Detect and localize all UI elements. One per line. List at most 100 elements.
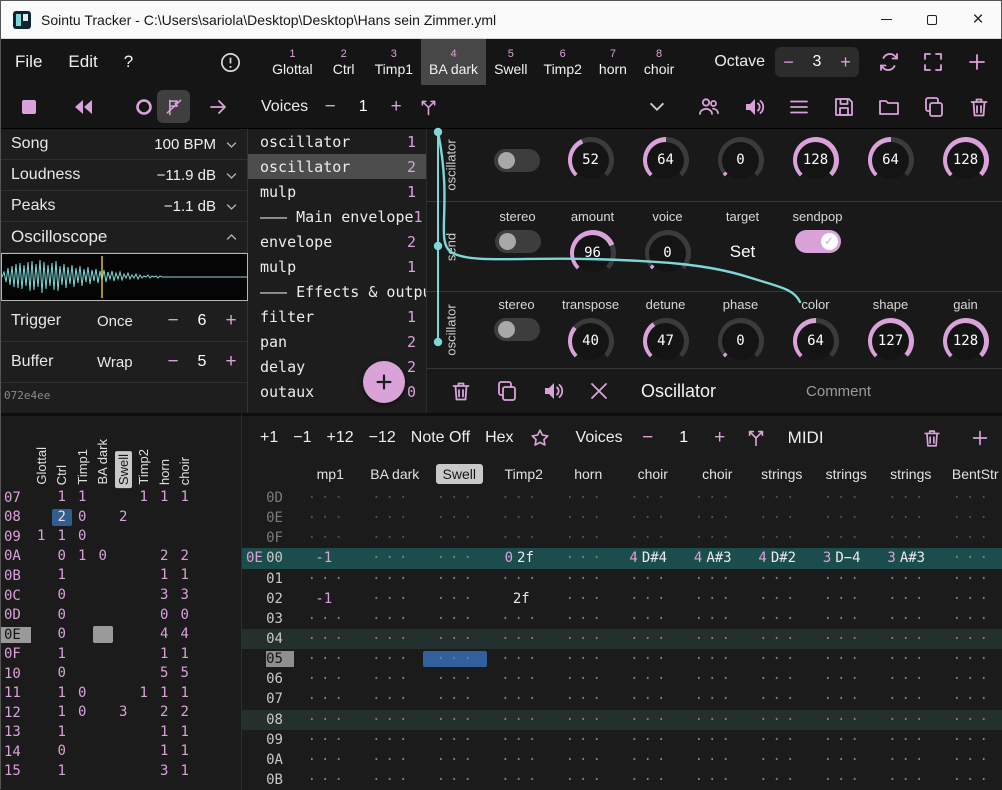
voices-people-icon[interactable] [697, 95, 721, 119]
note-cell[interactable]: ··· [294, 712, 359, 728]
param-knob[interactable]: 128 [943, 318, 989, 364]
note-cell[interactable]: ··· [487, 671, 552, 687]
editor-track-header[interactable]: Swell [427, 466, 492, 482]
editor-track-header[interactable]: choir [621, 466, 686, 482]
track-tab[interactable]: 1 Glottal [264, 39, 320, 85]
buffer-mode[interactable]: Wrap [97, 354, 159, 371]
note-cell[interactable]: ··· [874, 571, 939, 587]
order-cell[interactable] [113, 743, 134, 760]
order-cell[interactable] [93, 528, 114, 545]
order-cell[interactable]: 1 [175, 646, 196, 663]
note-cell[interactable]: ··· [552, 490, 617, 506]
order-cell[interactable]: 2 [154, 548, 175, 565]
order-cell[interactable] [93, 509, 114, 526]
unit-knob[interactable]: 64 [643, 137, 689, 183]
transpose-button[interactable]: Hex [485, 429, 513, 447]
voices-minus-button[interactable]: − [320, 96, 340, 118]
send-target-button[interactable]: Set [730, 242, 756, 262]
order-cell[interactable]: 1 [134, 489, 155, 506]
note-cell[interactable]: ··· [616, 752, 681, 768]
note-cell[interactable]: ··· [294, 571, 359, 587]
track-tab[interactable]: 6 Timp2 [536, 39, 590, 85]
note-cell[interactable]: ··· [552, 752, 617, 768]
note-cell[interactable]: ··· [616, 732, 681, 748]
order-cell[interactable]: 3 [154, 587, 175, 604]
note-cell[interactable]: ··· [487, 510, 552, 526]
note-cell[interactable]: ··· [487, 530, 552, 546]
note-cell[interactable]: ··· [423, 712, 488, 728]
note-cell[interactable]: ··· [745, 530, 810, 546]
note-cell[interactable]: ··· [487, 732, 552, 748]
menu-help[interactable]: ? [124, 52, 133, 72]
note-cell[interactable]: ··· [874, 671, 939, 687]
order-column-header[interactable]: Ctrl [52, 462, 73, 488]
order-cell[interactable] [113, 548, 134, 565]
order-cell[interactable]: 1 [72, 489, 93, 506]
order-cell[interactable] [31, 548, 52, 565]
order-cell[interactable]: 1 [154, 567, 175, 584]
chevron-up-icon[interactable] [224, 230, 239, 245]
unit-list-item[interactable]: oscillator 2 [248, 154, 426, 179]
order-cell[interactable] [93, 587, 114, 604]
order-cell[interactable]: 1 [154, 489, 175, 506]
order-cell[interactable] [134, 646, 155, 663]
order-cell[interactable]: 2 [175, 548, 196, 565]
speaker-icon[interactable] [742, 95, 766, 119]
editor-track-header[interactable]: horn [556, 466, 621, 482]
note-cell[interactable]: 3A#3 [874, 550, 939, 566]
editor-track-header[interactable]: Timp2 [492, 466, 557, 482]
track-tab[interactable]: 4 BA dark [421, 39, 486, 85]
order-cell[interactable]: 0 [52, 626, 73, 643]
note-cell[interactable]: ··· [294, 671, 359, 687]
order-cell[interactable]: 0 [72, 704, 93, 721]
order-cell[interactable]: 5 [175, 665, 196, 682]
order-cell[interactable] [31, 763, 52, 780]
order-column-header[interactable]: Timp2 [134, 446, 155, 488]
note-cell[interactable]: ··· [810, 591, 875, 607]
order-cell[interactable] [134, 509, 155, 526]
note-cell[interactable]: ··· [552, 772, 617, 788]
order-cell[interactable]: 3 [113, 704, 134, 721]
order-cell[interactable] [31, 665, 52, 682]
note-cell[interactable]: ··· [874, 752, 939, 768]
note-cell[interactable]: ··· [745, 651, 810, 667]
order-cell[interactable] [31, 626, 52, 643]
order-cell[interactable]: 5 [154, 665, 175, 682]
note-cell[interactable]: ··· [423, 571, 488, 587]
order-cell[interactable] [113, 724, 134, 741]
note-cell[interactable]: ··· [810, 671, 875, 687]
order-cell[interactable]: 1 [72, 548, 93, 565]
note-cell[interactable]: ··· [423, 510, 488, 526]
note-cell[interactable]: ··· [810, 772, 875, 788]
note-cell[interactable]: ··· [423, 490, 488, 506]
trigger-plus-button[interactable]: + [221, 310, 241, 332]
order-cell[interactable]: 1 [52, 528, 73, 545]
note-row-number[interactable]: 09 [266, 732, 293, 748]
order-row-number[interactable]: 07 [1, 490, 31, 506]
bpm-value[interactable]: 100 BPM [154, 136, 216, 153]
note-cell[interactable]: ··· [810, 510, 875, 526]
param-knob[interactable]: 40 [568, 318, 614, 364]
note-cell[interactable]: ··· [939, 490, 1002, 506]
order-cell[interactable] [113, 646, 134, 663]
note-row-number[interactable]: 0E [266, 510, 293, 526]
note-cell[interactable]: ··· [939, 651, 1002, 667]
note-cell[interactable]: ··· [552, 732, 617, 748]
note-cell[interactable]: ··· [358, 611, 423, 627]
note-cell[interactable]: ··· [745, 591, 810, 607]
order-row-number[interactable]: 0D [1, 607, 31, 623]
order-cell[interactable]: 0 [93, 548, 114, 565]
note-cell[interactable]: ··· [939, 772, 1002, 788]
unit-list-item[interactable]: envelope 2 [248, 229, 426, 254]
trash-icon[interactable] [921, 427, 943, 449]
save-icon[interactable] [832, 95, 856, 119]
maximize-button[interactable] [909, 1, 955, 38]
order-cell[interactable] [72, 665, 93, 682]
note-cell[interactable]: ··· [616, 772, 681, 788]
note-cell[interactable]: ··· [810, 712, 875, 728]
note-cell[interactable]: ··· [939, 691, 1002, 707]
order-cell[interactable]: 1 [175, 567, 196, 584]
note-cell[interactable]: ··· [681, 651, 746, 667]
note-cell[interactable]: ··· [745, 752, 810, 768]
order-cell[interactable] [113, 567, 134, 584]
